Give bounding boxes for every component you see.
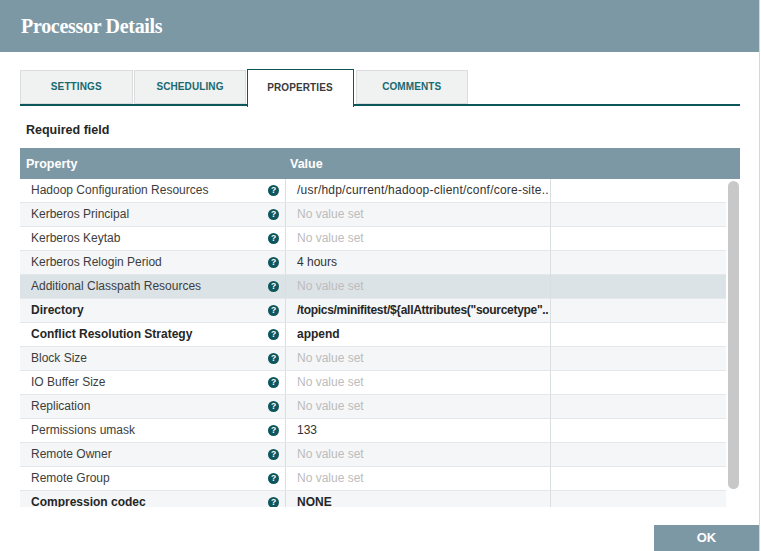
help-icon[interactable]: ? [268, 185, 279, 196]
tab-scheduling[interactable]: SCHEDULING [134, 70, 246, 104]
property-name: Additional Classpath Resources [31, 275, 257, 298]
property-name: Kerberos Principal [31, 203, 257, 226]
help-icon[interactable]: ? [268, 329, 279, 340]
property-value[interactable]: No value set [285, 371, 550, 394]
table-row[interactable]: Replication ? No value set [20, 395, 726, 419]
table-header-row: Property Value [20, 148, 740, 179]
property-name: Remote Owner [31, 443, 257, 466]
help-icon[interactable]: ? [268, 497, 279, 507]
table-row[interactable]: Remote Group ? No value set [20, 467, 726, 491]
property-value[interactable]: 133 [285, 419, 550, 442]
help-icon[interactable]: ? [268, 377, 279, 388]
help-icon[interactable]: ? [268, 209, 279, 220]
property-value[interactable]: 4 hours [285, 251, 550, 274]
table-row[interactable]: Kerberos Relogin Period ? 4 hours [20, 251, 726, 275]
help-icon[interactable]: ? [268, 353, 279, 364]
property-name: Permissions umask [31, 419, 257, 442]
help-icon[interactable]: ? [268, 305, 279, 316]
property-value[interactable]: No value set [285, 347, 550, 370]
dialog-title: Processor Details [21, 0, 162, 52]
row-filler [550, 203, 726, 227]
column-header-value: Value [290, 148, 323, 179]
property-name: Kerberos Keytab [31, 227, 257, 250]
help-icon[interactable]: ? [268, 449, 279, 460]
property-name: Directory [31, 299, 257, 322]
row-filler [550, 179, 726, 203]
row-filler [550, 371, 726, 395]
property-name: Conflict Resolution Strategy [31, 323, 257, 346]
table-viewport: Hadoop Configuration Resources ? /usr/hd… [20, 179, 740, 507]
help-icon[interactable]: ? [268, 425, 279, 436]
table-row[interactable]: Hadoop Configuration Resources ? /usr/hd… [20, 179, 726, 203]
tab-underline [20, 104, 740, 106]
properties-table: Property Value Hadoop Configuration Reso… [20, 148, 740, 507]
tab-settings[interactable]: SETTINGS [20, 70, 133, 104]
property-value[interactable]: No value set [285, 275, 550, 298]
table-row[interactable]: Conflict Resolution Strategy ? append [20, 323, 726, 347]
scrollbar-thumb[interactable] [728, 181, 739, 489]
row-filler [550, 467, 726, 491]
property-name: Hadoop Configuration Resources [31, 179, 257, 202]
table-row[interactable]: IO Buffer Size ? No value set [20, 371, 726, 395]
required-field-label: Required field [26, 123, 109, 137]
table-row[interactable]: Kerberos Keytab ? No value set [20, 227, 726, 251]
row-filler [550, 299, 726, 323]
property-name: Kerberos Relogin Period [31, 251, 257, 274]
row-filler [550, 227, 726, 251]
property-value[interactable]: NONE [285, 491, 550, 507]
table-row[interactable]: Kerberos Principal ? No value set [20, 203, 726, 227]
help-icon[interactable]: ? [268, 473, 279, 484]
property-value[interactable]: /usr/hdp/current/hadoop-client/conf/core… [285, 179, 550, 202]
property-value[interactable]: No value set [285, 443, 550, 466]
row-filler [550, 323, 726, 347]
help-icon[interactable]: ? [268, 257, 279, 268]
property-value[interactable]: append [285, 323, 550, 346]
tab-comments[interactable]: COMMENTS [356, 70, 469, 104]
row-filler [550, 443, 726, 467]
table-row[interactable]: Block Size ? No value set [20, 347, 726, 371]
property-value[interactable]: No value set [285, 395, 550, 418]
column-header-property: Property [26, 148, 77, 179]
row-filler [550, 395, 726, 419]
property-name: Replication [31, 395, 257, 418]
row-filler [550, 419, 726, 443]
property-name: IO Buffer Size [31, 371, 257, 394]
property-name: Compression codec [31, 491, 257, 507]
property-value[interactable]: No value set [285, 203, 550, 226]
dialog-header: Processor Details [0, 0, 759, 52]
help-icon[interactable]: ? [268, 233, 279, 244]
row-filler [550, 275, 726, 299]
tab-properties[interactable]: PROPERTIES [247, 69, 354, 107]
table-row-selected[interactable]: Additional Classpath Resources ? No valu… [20, 275, 726, 299]
table-row[interactable]: Remote Owner ? No value set [20, 443, 726, 467]
table-row[interactable]: Directory ? /topics/minifitest/${allAttr… [20, 299, 726, 323]
property-value[interactable]: /topics/minifitest/${allAttributes("sour… [285, 299, 550, 322]
row-filler [550, 347, 726, 371]
help-icon[interactable]: ? [268, 281, 279, 292]
table-row[interactable]: Permissions umask ? 133 [20, 419, 726, 443]
row-filler [550, 491, 726, 507]
processor-details-dialog: Processor Details SETTINGS SCHEDULING PR… [0, 0, 760, 551]
row-filler [550, 251, 726, 275]
ok-button[interactable]: OK [654, 525, 759, 551]
property-name: Block Size [31, 347, 257, 370]
table-row[interactable]: Compression codec ? NONE [20, 491, 726, 507]
property-name: Remote Group [31, 467, 257, 490]
property-value[interactable]: No value set [285, 227, 550, 250]
property-value[interactable]: No value set [285, 467, 550, 490]
help-icon[interactable]: ? [268, 401, 279, 412]
